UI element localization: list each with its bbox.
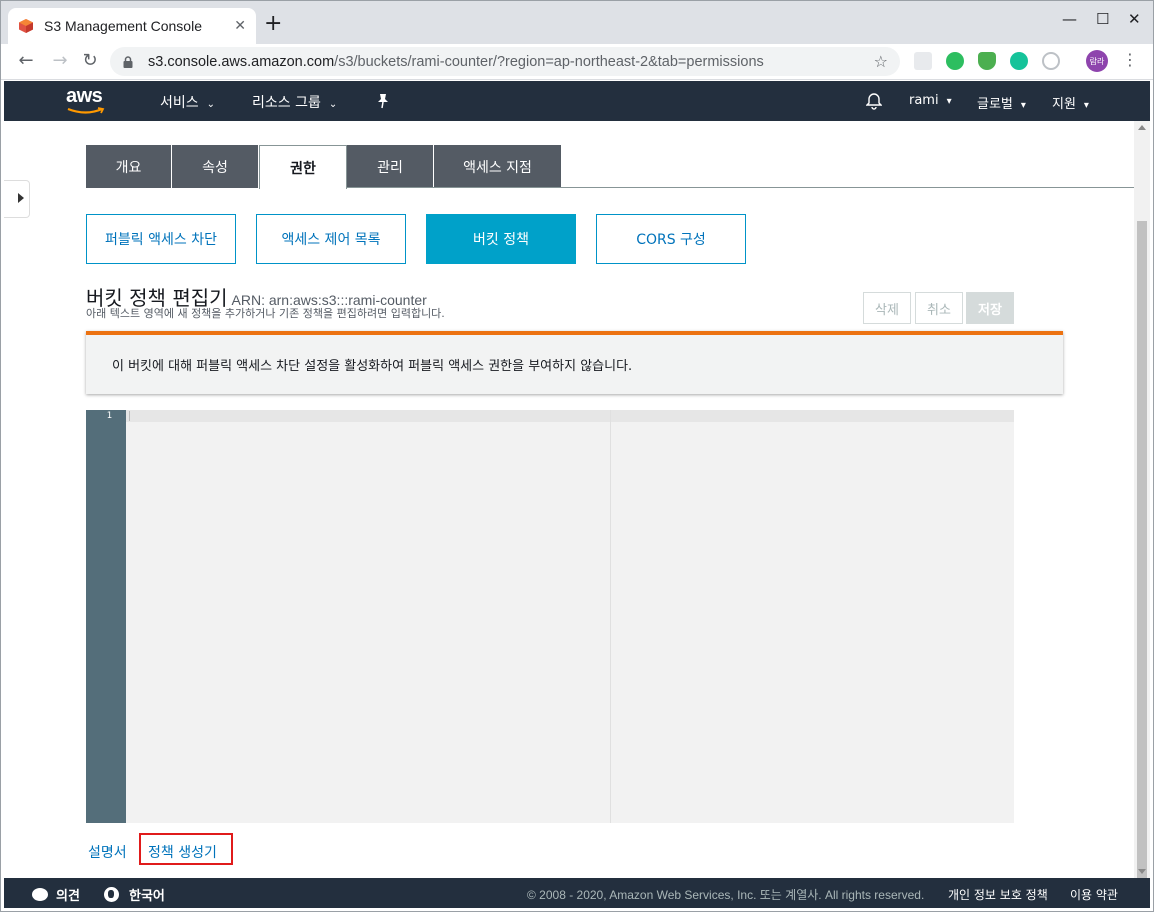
warning-text: 이 버킷에 대해 퍼블릭 액세스 차단 설정을 활성화하여 퍼블릭 액세스 권한… — [112, 359, 633, 374]
active-line — [126, 410, 1014, 422]
globe-icon — [104, 887, 119, 902]
user-label: rami — [909, 93, 939, 108]
copyright-text: © 2008 - 2020, Amazon Web Services, Inc.… — [527, 888, 925, 902]
feedback-button[interactable]: 의견 — [32, 885, 80, 904]
editor-gutter: 1 — [86, 410, 126, 823]
services-label: 서비스 — [160, 95, 199, 111]
browser-titlebar: S3 Management Console ✕ + — ☐ ✕ — [0, 0, 1154, 44]
aws-logo[interactable]: aws — [66, 85, 110, 117]
speech-bubble-icon — [32, 888, 48, 901]
chevron-down-icon: ⌄ — [206, 99, 216, 110]
aws-logo-text: aws — [66, 85, 103, 107]
region-label: 글로벌 — [977, 97, 1013, 112]
services-menu[interactable]: 서비스 ⌄ — [160, 92, 215, 112]
close-window-button[interactable]: ✕ — [1128, 10, 1141, 28]
new-tab-button[interactable]: + — [264, 13, 282, 35]
tab-management[interactable]: 관리 — [347, 145, 434, 188]
tab-close-icon[interactable]: ✕ — [234, 18, 246, 34]
user-menu[interactable]: rami ▾ — [909, 93, 952, 108]
highlight-box — [139, 833, 233, 865]
tab-access-points[interactable]: 액세스 지점 — [434, 145, 562, 188]
url-text: s3.console.aws.amazon.com/s3/buckets/ram… — [148, 54, 874, 70]
support-label: 지원 — [1052, 97, 1076, 112]
url-host: s3.console.aws.amazon.com — [148, 53, 335, 70]
notification-bell-icon[interactable] — [866, 92, 882, 110]
address-bar[interactable]: s3.console.aws.amazon.com/s3/buckets/ram… — [110, 47, 900, 76]
tab-permissions[interactable]: 권한 — [259, 145, 347, 189]
terms-link[interactable]: 이용 약관 — [1070, 886, 1118, 903]
region-menu[interactable]: 글로벌 ▾ — [977, 93, 1026, 112]
line-number: 1 — [106, 411, 112, 421]
subtab-acl[interactable]: 액세스 제어 목록 — [256, 214, 406, 264]
resource-groups-menu[interactable]: 리소스 그룹 ⌄ — [252, 92, 337, 112]
chevron-down-icon: ▾ — [946, 96, 952, 107]
lock-icon — [123, 55, 133, 68]
tab-title: S3 Management Console — [44, 18, 202, 34]
save-button[interactable]: 저장 — [966, 292, 1014, 324]
tab-properties[interactable]: 속성 — [172, 145, 259, 188]
privacy-link[interactable]: 개인 정보 보호 정책 — [948, 886, 1048, 903]
support-menu[interactable]: 지원 ▾ — [1052, 93, 1089, 112]
language-selector[interactable]: 한국어 — [104, 885, 165, 904]
maximize-button[interactable]: ☐ — [1096, 10, 1109, 28]
minimize-button[interactable]: — — [1062, 10, 1077, 28]
public-access-warning: 이 버킷에 대해 퍼블릭 액세스 차단 설정을 활성화하여 퍼블릭 액세스 권한… — [86, 331, 1063, 394]
tab-divider — [347, 187, 1134, 188]
language-label: 한국어 — [129, 889, 165, 904]
subtab-cors[interactable]: CORS 구성 — [596, 214, 746, 264]
browser-toolbar: ← → ↻ s3.console.aws.amazon.com/s3/bucke… — [0, 44, 1154, 80]
delete-button[interactable]: 삭제 — [863, 292, 911, 324]
grammarly-icon[interactable] — [1010, 52, 1028, 70]
browser-menu-icon[interactable]: ⋮ — [1122, 50, 1138, 69]
forward-arrow-icon[interactable]: → — [48, 50, 72, 71]
aws-smile-icon — [67, 107, 105, 114]
cancel-button[interactable]: 취소 — [915, 292, 963, 324]
s3-favicon-icon — [19, 19, 33, 33]
subtab-block-public-access[interactable]: 퍼블릭 액세스 차단 — [86, 214, 236, 264]
feedback-label: 의견 — [56, 889, 80, 904]
policy-code-editor[interactable]: 1 — [86, 410, 1014, 823]
reload-icon[interactable]: ↻ — [78, 50, 102, 71]
back-arrow-icon[interactable]: ← — [14, 50, 38, 71]
tab-overview[interactable]: 개요 — [86, 145, 172, 188]
chevron-down-icon: ▾ — [1020, 100, 1026, 111]
resource-groups-label: 리소스 그룹 — [252, 95, 321, 111]
text-cursor — [129, 411, 130, 421]
pin-icon[interactable] — [376, 93, 390, 109]
url-path: /s3/buckets/rami-counter/?region=ap-nort… — [334, 53, 764, 70]
page-subtitle: 아래 텍스트 영역에 새 정책을 추가하거나 기존 정책을 편집하려면 입력합니… — [86, 307, 445, 320]
shield-icon[interactable] — [978, 52, 996, 70]
aws-footer: 의견 한국어 © 2008 - 2020, Amazon Web Service… — [4, 878, 1150, 908]
scroll-down-icon[interactable] — [1138, 869, 1146, 874]
subtab-bucket-policy[interactable]: 버킷 정책 — [426, 214, 576, 264]
print-margin — [610, 410, 611, 823]
bookmark-star-icon[interactable]: ☆ — [874, 52, 888, 71]
profile-avatar[interactable]: 람라 — [1086, 50, 1108, 72]
scroll-up-icon[interactable] — [1138, 125, 1146, 130]
bucket-tabs: 개요 속성 권한 관리 액세스 지점 — [86, 145, 562, 189]
scrollbar[interactable] — [1134, 121, 1150, 893]
chevron-down-icon: ▾ — [1083, 100, 1089, 111]
chevron-down-icon: ⌄ — [328, 99, 338, 110]
scrollbar-thumb[interactable] — [1137, 221, 1147, 893]
browser-tab[interactable]: S3 Management Console ✕ — [8, 8, 256, 44]
timer-icon[interactable] — [1042, 52, 1060, 70]
documentation-link[interactable]: 설명서 — [88, 842, 127, 862]
sidebar-toggle[interactable] — [4, 180, 30, 218]
evernote-icon[interactable] — [946, 52, 964, 70]
chevron-right-icon — [18, 193, 24, 203]
aws-top-nav: aws 서비스 ⌄ 리소스 그룹 ⌄ rami ▾ 글로벌 ▾ 지원 ▾ — [4, 81, 1150, 121]
extension-icon[interactable] — [914, 52, 932, 70]
